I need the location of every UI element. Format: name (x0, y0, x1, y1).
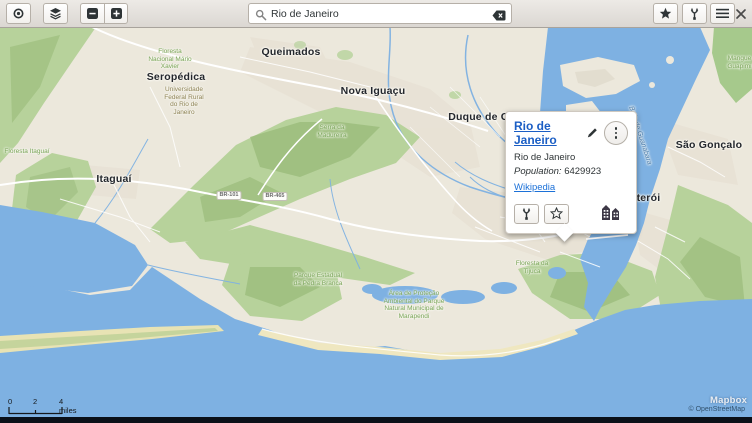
map-label-floresta-tijuca: Floresta da Tijuca (510, 260, 555, 275)
map-label-seropedica: Seropédica (147, 71, 206, 83)
population-row: Population: 6429923 (514, 166, 628, 177)
map-label-sao-goncalo: São Gonçalo (676, 139, 742, 151)
search-box (248, 3, 512, 24)
map-label-itaguai: Itaguaí (96, 173, 131, 185)
star-outline-icon (550, 207, 563, 220)
menu-icon (716, 8, 729, 19)
place-popup: Rio de Janeiro Rio de Janeiro Population… (505, 111, 637, 234)
search-input[interactable] (271, 4, 489, 23)
map-label-floresta-mario-xavier: Floresta Nacional Mário Xavier (147, 48, 193, 71)
main-menu-button[interactable] (710, 3, 735, 24)
road-shield-br465: BR-465 (263, 192, 288, 201)
map-label-apa-marapendi: Área de Proteção Ambiental do Parque Nat… (383, 290, 445, 320)
scale-bar-line (8, 407, 68, 415)
search-icon (255, 8, 267, 26)
bottom-edge-strip (0, 417, 752, 423)
zoom-out-icon (86, 7, 99, 20)
scale-zero: 0 (8, 397, 12, 406)
favorite-button[interactable] (544, 204, 569, 224)
map-label-serra-madureira: Serra da Madureira (312, 124, 352, 139)
kebab-menu-button[interactable] (604, 121, 628, 145)
goto-location-button[interactable] (6, 3, 31, 24)
place-subtitle: Rio de Janeiro (514, 152, 628, 163)
favorites-button[interactable] (653, 3, 678, 24)
route-icon (688, 7, 701, 20)
header-bar (0, 0, 752, 28)
map-label-pedra-branca: Parque Estadual da Pedra Branca (291, 272, 346, 287)
clear-search-icon[interactable] (492, 8, 506, 26)
population-value: 6429923 (564, 166, 601, 177)
app-window: % (0, 0, 752, 423)
map-label-universidade-rural: Universidade Federal Rural do Rio de Jan… (160, 86, 208, 116)
layers-icon (49, 7, 62, 20)
edit-icon[interactable] (586, 127, 598, 139)
target-icon (12, 7, 25, 20)
route-icon (520, 207, 533, 220)
zoom-in-icon (110, 7, 123, 20)
map-label-mangue-guapimirim: Mangue da Guapimirim (722, 55, 752, 70)
osm-copyright-link[interactable]: © OpenStreetMap (688, 406, 745, 413)
place-title-link[interactable]: Rio de Janeiro (514, 119, 586, 147)
mapbox-logo[interactable]: Mapbox (710, 395, 747, 406)
map-type-button[interactable] (43, 3, 68, 24)
population-label: Population: (514, 166, 562, 177)
map-label-floresta-itaguai: Floresta Itaguaí (4, 148, 49, 156)
directions-button[interactable] (682, 3, 707, 24)
zoom-controls (80, 3, 128, 24)
wikipedia-link[interactable]: Wikipedia (514, 182, 555, 193)
map-label-nova-iguacu: Nova Iguaçu (341, 85, 406, 97)
city-buildings-icon (599, 201, 624, 226)
map-label-queimados: Queimados (262, 46, 321, 58)
star-icon (659, 7, 672, 20)
route-button[interactable] (514, 204, 539, 224)
road-shield-br101: BR-101 (217, 191, 242, 200)
zoom-in-button[interactable] (104, 3, 128, 24)
window-close-button[interactable] (735, 7, 747, 25)
close-icon (735, 8, 747, 20)
scale-two: 2 (33, 397, 37, 406)
zoom-out-button[interactable] (80, 3, 104, 24)
